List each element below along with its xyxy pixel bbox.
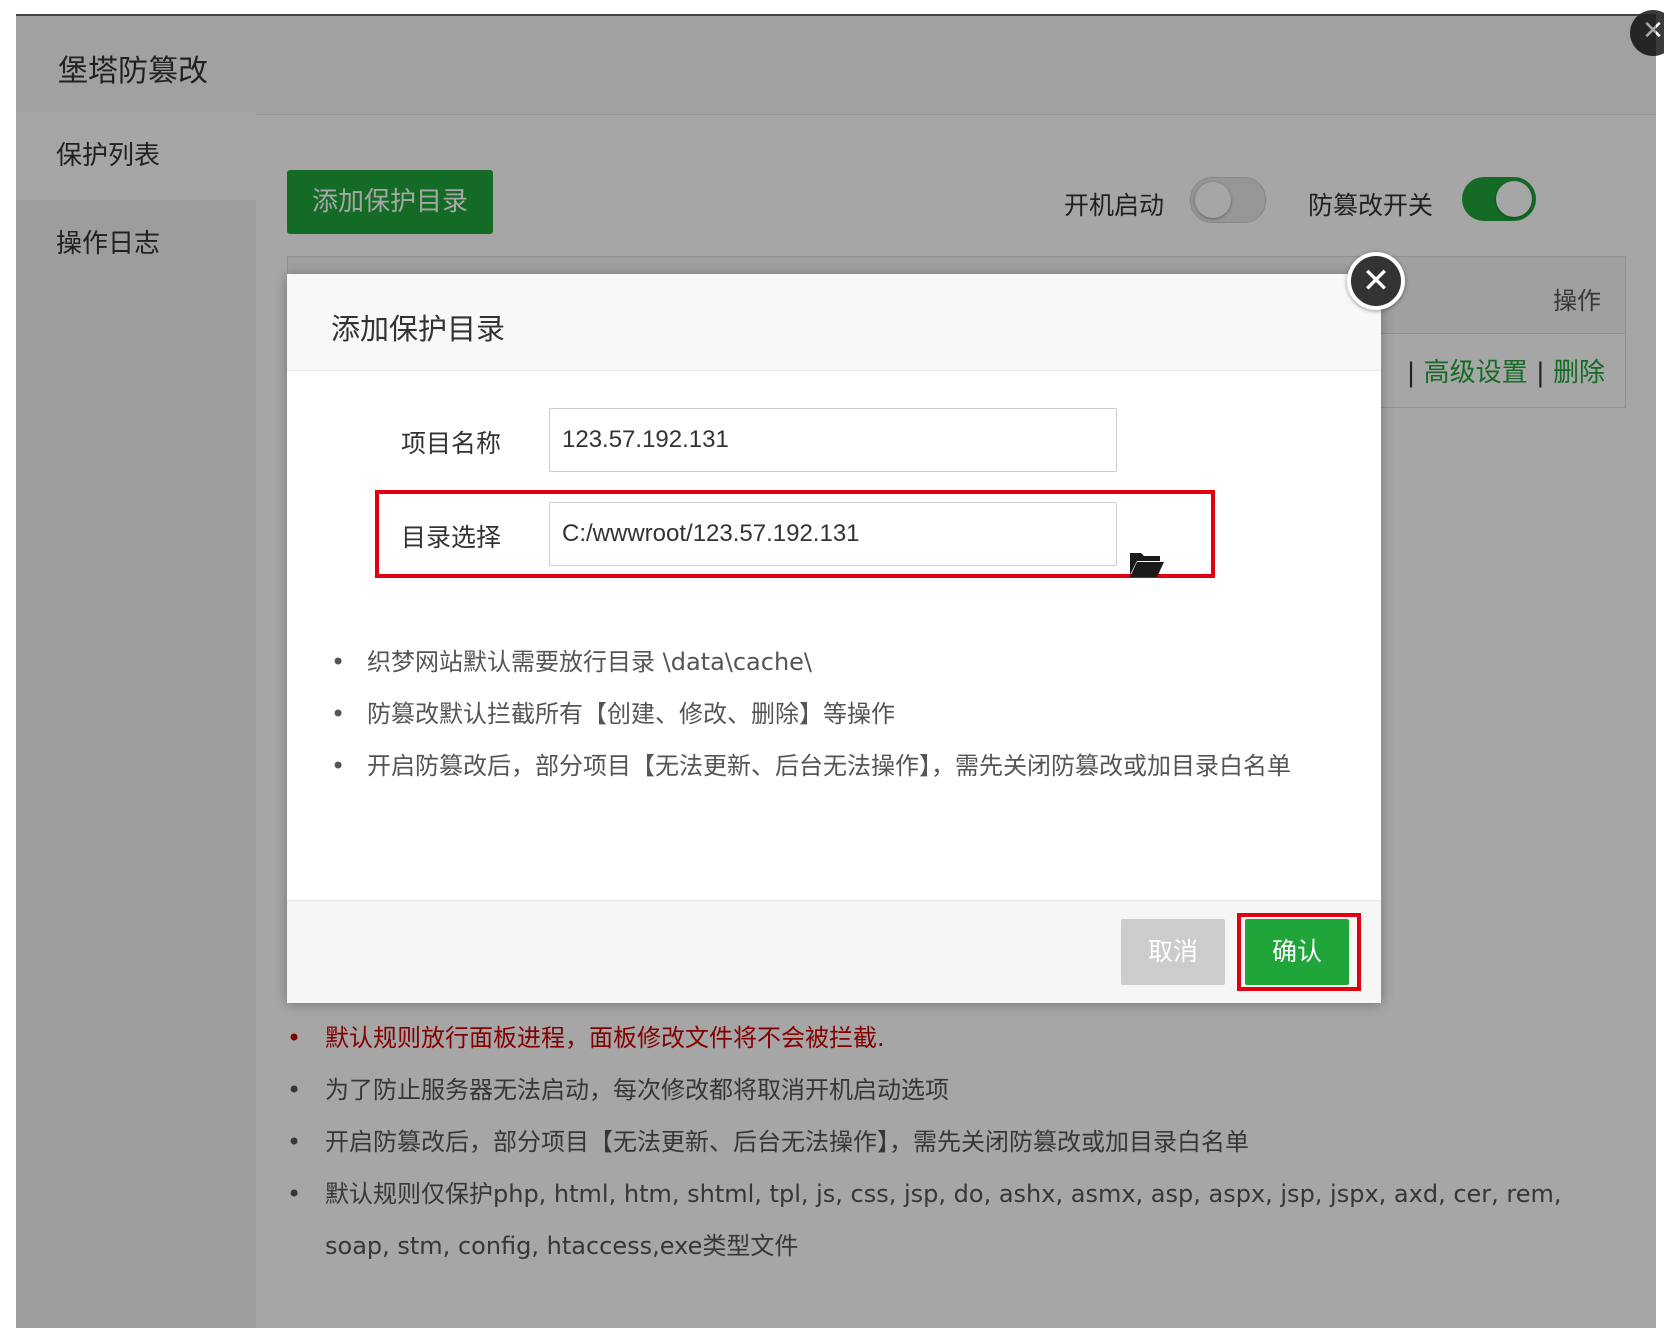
project-name-input[interactable] xyxy=(549,408,1117,472)
note-item: 织梦网站默认需要放行目录 \data\cache\ xyxy=(331,636,1331,688)
dialog-footer: 取消 确认 xyxy=(287,900,1381,1003)
dialog-title: 添加保护目录 xyxy=(331,312,506,346)
confirm-button[interactable]: 确认 xyxy=(1245,919,1349,985)
dir-path-input[interactable] xyxy=(549,502,1117,566)
dir-select-label: 目录选择 xyxy=(401,523,502,552)
note-item: 防篡改默认拦截所有【创建、修改、删除】等操作 xyxy=(331,688,1331,740)
cancel-button[interactable]: 取消 xyxy=(1121,919,1225,985)
project-name-label: 项目名称 xyxy=(401,429,502,458)
note-item: 开启防篡改后，部分项目【无法更新、后台无法操作】，需先关闭防篡改或加目录白名单 xyxy=(331,740,1331,792)
close-icon[interactable]: ✕ xyxy=(1347,252,1405,310)
add-protect-dir-dialog: 添加保护目录 ✕ 项目名称 目录选择 织梦网站默认需要放行目录 \data\ca… xyxy=(287,252,1405,1003)
dialog-notes: 织梦网站默认需要放行目录 \data\cache\ 防篡改默认拦截所有【创建、修… xyxy=(331,636,1331,792)
folder-open-icon[interactable] xyxy=(1129,549,1165,579)
